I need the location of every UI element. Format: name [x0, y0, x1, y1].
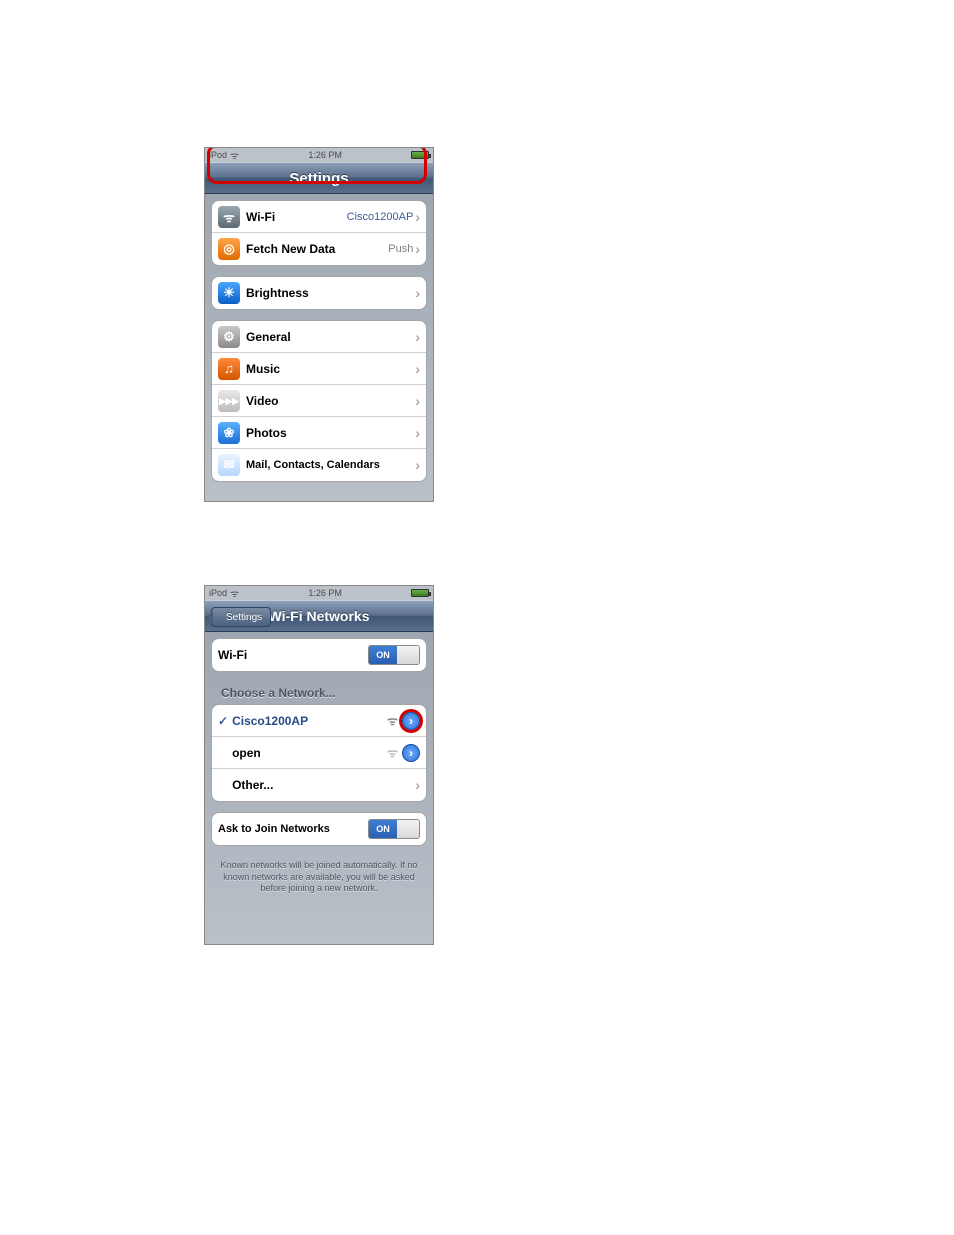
- brightness-icon: ☀: [218, 282, 240, 304]
- signal-icon: ᯤ: [387, 712, 398, 729]
- wifi-networks-screen: iPod ᯤ 1:26 PM Settings Wi-Fi Networks W…: [204, 585, 434, 945]
- other-network-row[interactable]: ✓ Other... ›: [212, 769, 426, 801]
- chevron-right-icon: ›: [415, 393, 420, 409]
- settings-group-network: ᯤ Wi-Fi Cisco1200AP › ◎ Fetch New Data P…: [211, 200, 427, 266]
- chevron-right-icon: ›: [415, 425, 420, 441]
- wifi-icon: ᯤ: [230, 148, 239, 162]
- network-row-open[interactable]: ✓ open ᯤ ›: [212, 737, 426, 769]
- row-brightness[interactable]: ☀ Brightness ›: [212, 277, 426, 309]
- gear-icon: ⚙: [218, 326, 240, 348]
- ask-join-group: Ask to Join Networks ON: [211, 812, 427, 846]
- network-name: Cisco1200AP: [232, 714, 308, 728]
- toggle-knob: [397, 646, 419, 664]
- settings-screen: iPod ᯤ 1:26 PM Settings ᯤ Wi-Fi Cisco120…: [204, 147, 434, 502]
- chevron-right-icon: ›: [415, 209, 420, 225]
- toggle-on-label: ON: [369, 820, 397, 838]
- row-label: General: [246, 330, 415, 344]
- status-bar: iPod ᯤ 1:26 PM: [205, 148, 433, 162]
- network-name: open: [232, 746, 261, 760]
- nav-bar: Settings Wi-Fi Networks: [205, 600, 433, 632]
- network-detail-button[interactable]: ›: [402, 744, 420, 762]
- page-title: Settings: [289, 170, 348, 187]
- networks-group: ✓ Cisco1200AP ᯤ › ✓ open ᯤ › ✓ Other... …: [211, 704, 427, 802]
- nav-bar: Settings: [205, 162, 433, 194]
- wifi-toggle-row: Wi-Fi ON: [212, 639, 426, 671]
- network-detail-button[interactable]: ›: [402, 712, 420, 730]
- row-value: Push: [388, 243, 413, 255]
- row-label: Ask to Join Networks: [218, 823, 368, 835]
- row-label: Wi-Fi: [246, 210, 347, 224]
- music-icon: ♫: [218, 358, 240, 380]
- clock: 1:26 PM: [308, 150, 342, 160]
- back-button-label: Settings: [226, 612, 262, 623]
- toggle-knob: [397, 820, 419, 838]
- row-mail-contacts-calendars[interactable]: ✉ Mail, Contacts, Calendars ›: [212, 449, 426, 481]
- fetch-icon: ◎: [218, 238, 240, 260]
- video-icon: ▸▸▸: [218, 390, 240, 412]
- row-label: Wi-Fi: [218, 648, 368, 662]
- toggle-on-label: ON: [369, 646, 397, 664]
- wifi-icon: ᯤ: [230, 586, 239, 600]
- battery-icon: [411, 151, 429, 159]
- back-button[interactable]: Settings: [211, 607, 271, 627]
- wifi-icon: ᯤ: [218, 206, 240, 228]
- choose-network-header: Choose a Network...: [211, 682, 427, 704]
- row-label: Music: [246, 362, 415, 376]
- wifi-toggle-group: Wi-Fi ON: [211, 638, 427, 672]
- footer-note: Known networks will be joined automatica…: [211, 856, 427, 899]
- row-label: Brightness: [246, 286, 415, 300]
- chevron-right-icon: ›: [415, 329, 420, 345]
- row-video[interactable]: ▸▸▸ Video ›: [212, 385, 426, 417]
- chevron-right-icon: ›: [415, 241, 420, 257]
- row-label: Fetch New Data: [246, 242, 388, 256]
- network-row-cisco1200ap[interactable]: ✓ Cisco1200AP ᯤ ›: [212, 705, 426, 737]
- wifi-toggle[interactable]: ON: [368, 645, 420, 665]
- ask-to-join-row: Ask to Join Networks ON: [212, 813, 426, 845]
- row-value: Cisco1200AP: [347, 211, 414, 223]
- page-title: Wi-Fi Networks: [269, 608, 370, 624]
- row-fetch-new-data[interactable]: ◎ Fetch New Data Push ›: [212, 233, 426, 265]
- signal-icon: ᯤ: [387, 744, 398, 761]
- carrier-label: iPod: [209, 150, 227, 160]
- row-label: Video: [246, 394, 415, 408]
- row-general[interactable]: ⚙ General ›: [212, 321, 426, 353]
- checkmark-icon: ✓: [218, 714, 228, 728]
- chevron-right-icon: ›: [415, 285, 420, 301]
- chevron-right-icon: ›: [415, 777, 420, 793]
- row-label: Photos: [246, 426, 415, 440]
- settings-group-display: ☀ Brightness ›: [211, 276, 427, 310]
- row-music[interactable]: ♫ Music ›: [212, 353, 426, 385]
- status-bar: iPod ᯤ 1:26 PM: [205, 586, 433, 600]
- row-wifi[interactable]: ᯤ Wi-Fi Cisco1200AP ›: [212, 201, 426, 233]
- row-label: Mail, Contacts, Calendars: [246, 459, 415, 471]
- mail-icon: ✉: [218, 454, 240, 476]
- row-label: Other...: [232, 778, 415, 792]
- row-photos[interactable]: ❀ Photos ›: [212, 417, 426, 449]
- battery-icon: [411, 589, 429, 597]
- carrier-label: iPod: [209, 588, 227, 598]
- clock: 1:26 PM: [308, 588, 342, 598]
- chevron-right-icon: ›: [415, 361, 420, 377]
- settings-group-general: ⚙ General › ♫ Music › ▸▸▸ Video › ❀ Phot…: [211, 320, 427, 482]
- chevron-right-icon: ›: [415, 457, 420, 473]
- photos-icon: ❀: [218, 422, 240, 444]
- ask-to-join-toggle[interactable]: ON: [368, 819, 420, 839]
